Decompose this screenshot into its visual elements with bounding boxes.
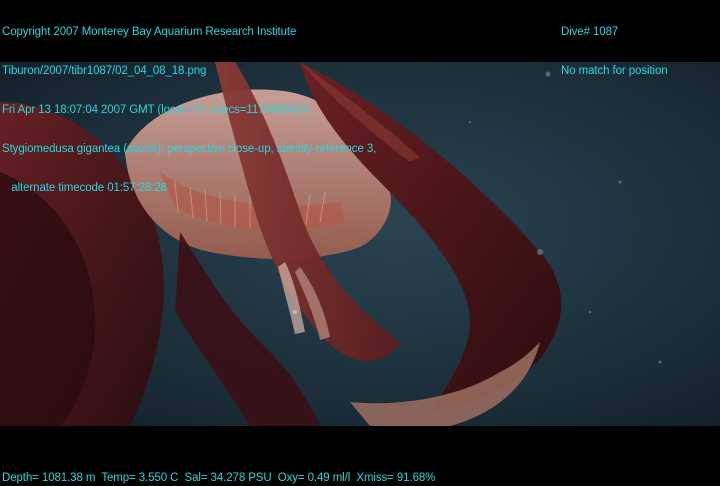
timecode-text: alternate timecode 01:57:28:28 <box>2 182 167 194</box>
image-path-text: Tiburon/2007/tibr1087/02_04_08_18.png <box>2 65 207 77</box>
overlay-top-left: Copyright 2007 Monterey Bay Aquarium Res… <box>2 0 376 221</box>
species-annotation-text: Stygiomedusa gigantea (sbush): perspecti… <box>2 143 377 155</box>
sensor-readout: Depth= 1081.38 m Temp= 3.550 C Sal= 34.2… <box>2 472 436 484</box>
timestamp-text: Fri Apr 13 18:07:04 2007 GMT (local +7) … <box>2 104 309 116</box>
position-status-text: No match for position <box>561 65 668 77</box>
video-frame: Copyright 2007 Monterey Bay Aquarium Res… <box>0 0 720 486</box>
overlay-top-right: Dive# 1087 No match for position <box>561 0 668 104</box>
dive-number-text: Dive# 1087 <box>561 26 619 38</box>
copyright-text: Copyright 2007 Monterey Bay Aquarium Res… <box>2 26 297 38</box>
